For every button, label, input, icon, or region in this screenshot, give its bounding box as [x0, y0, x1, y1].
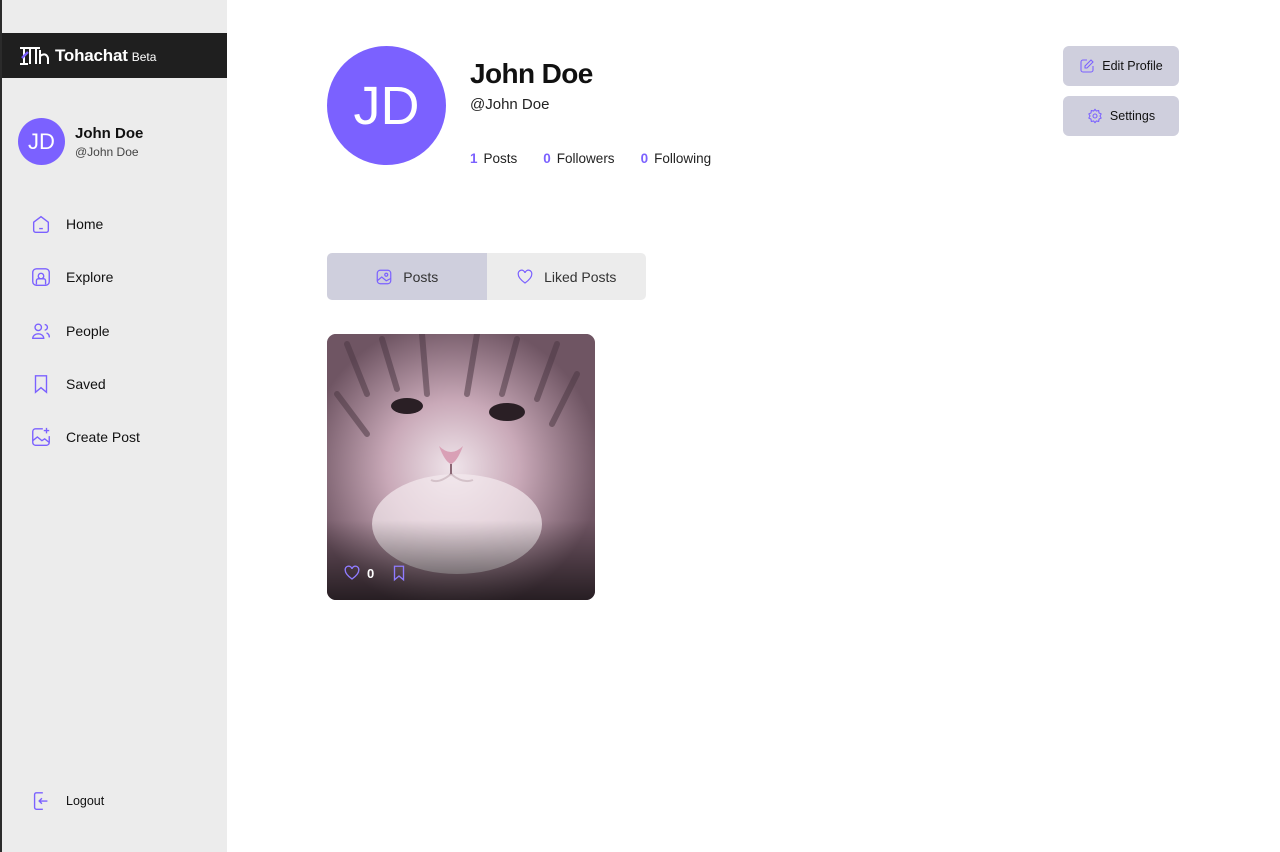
sidebar-item-saved[interactable]: Saved	[30, 364, 140, 404]
post-card[interactable]: 0	[327, 334, 595, 600]
sidebar-nav: Home Explore People Saved Create Post	[30, 204, 140, 470]
stat-following[interactable]: 0 Following	[641, 151, 712, 166]
sidebar-item-people[interactable]: People	[30, 311, 140, 351]
settings-label: Settings	[1109, 109, 1156, 123]
tab-liked-posts[interactable]: Liked Posts	[486, 253, 646, 300]
edit-profile-button[interactable]: Edit Profile	[1063, 46, 1179, 86]
like-count: 0	[367, 565, 375, 581]
profile-tabs: Posts Liked Posts	[327, 253, 646, 300]
tab-posts[interactable]: Posts	[327, 253, 487, 300]
image-icon	[376, 269, 392, 284]
profile-handle: @John Doe	[470, 96, 550, 113]
sidebar-item-explore[interactable]: Explore	[30, 257, 140, 297]
people-icon	[32, 323, 50, 339]
sidebar-item-home[interactable]: Home	[30, 204, 140, 244]
sidebar-user-card[interactable]: JD John Doe @John Doe	[18, 118, 143, 165]
bookmark-icon	[34, 374, 48, 394]
tab-label: Posts	[403, 268, 439, 285]
sidebar-item-label: Create Post	[66, 429, 140, 446]
tohachat-logo-icon	[20, 46, 49, 65]
save-bookmark-icon[interactable]	[390, 564, 408, 582]
sidebar-item-label: Saved	[66, 375, 106, 392]
stat-value: 0	[543, 151, 551, 166]
brand-header[interactable]: Tohachat Beta	[2, 33, 227, 78]
home-icon	[32, 215, 50, 233]
kitten-photo	[327, 334, 595, 600]
stat-label: Following	[654, 151, 712, 166]
stat-value: 0	[640, 151, 649, 166]
logout-button[interactable]: Logout	[30, 790, 104, 812]
sidebar-item-label: People	[66, 322, 110, 339]
stat-label: Posts	[483, 151, 518, 166]
sidebar-user-name: John Doe	[75, 124, 144, 142]
stat-value: 1	[470, 151, 478, 166]
sidebar: Tohachat Beta JD John Doe @John Doe Home…	[2, 0, 227, 852]
edit-profile-label: Edit Profile	[1102, 59, 1163, 73]
sidebar-user-info: John Doe @John Doe	[75, 125, 143, 159]
heart-icon	[517, 269, 533, 284]
settings-button[interactable]: Settings	[1063, 96, 1179, 136]
sidebar-item-label: Home	[66, 216, 104, 232]
post-actions: 0	[343, 564, 408, 582]
gear-icon	[1088, 108, 1102, 124]
brand-name: Tohachat	[55, 45, 128, 65]
edit-icon	[1080, 59, 1095, 73]
sidebar-user-handle: @John Doe	[75, 144, 139, 159]
sidebar-item-label: Explore	[66, 269, 114, 286]
logout-label: Logout	[66, 794, 105, 808]
profile-name: John Doe	[470, 58, 593, 89]
logout-icon	[33, 792, 48, 810]
sidebar-item-create-post[interactable]: Create Post	[30, 417, 140, 457]
add-image-icon	[32, 428, 50, 447]
like-heart-icon[interactable]	[343, 564, 361, 582]
avatar: JD	[18, 118, 65, 165]
explore-icon	[32, 268, 50, 287]
profile-avatar: JD	[327, 46, 446, 165]
tab-label: Liked Posts	[544, 268, 617, 285]
stat-followers[interactable]: 0 Followers	[543, 151, 614, 166]
stat-posts[interactable]: 1 Posts	[470, 151, 517, 166]
beta-badge: Beta	[131, 50, 157, 64]
profile-stats: 1 Posts 0 Followers 0 Following	[470, 151, 737, 166]
stat-label: Followers	[556, 151, 615, 166]
